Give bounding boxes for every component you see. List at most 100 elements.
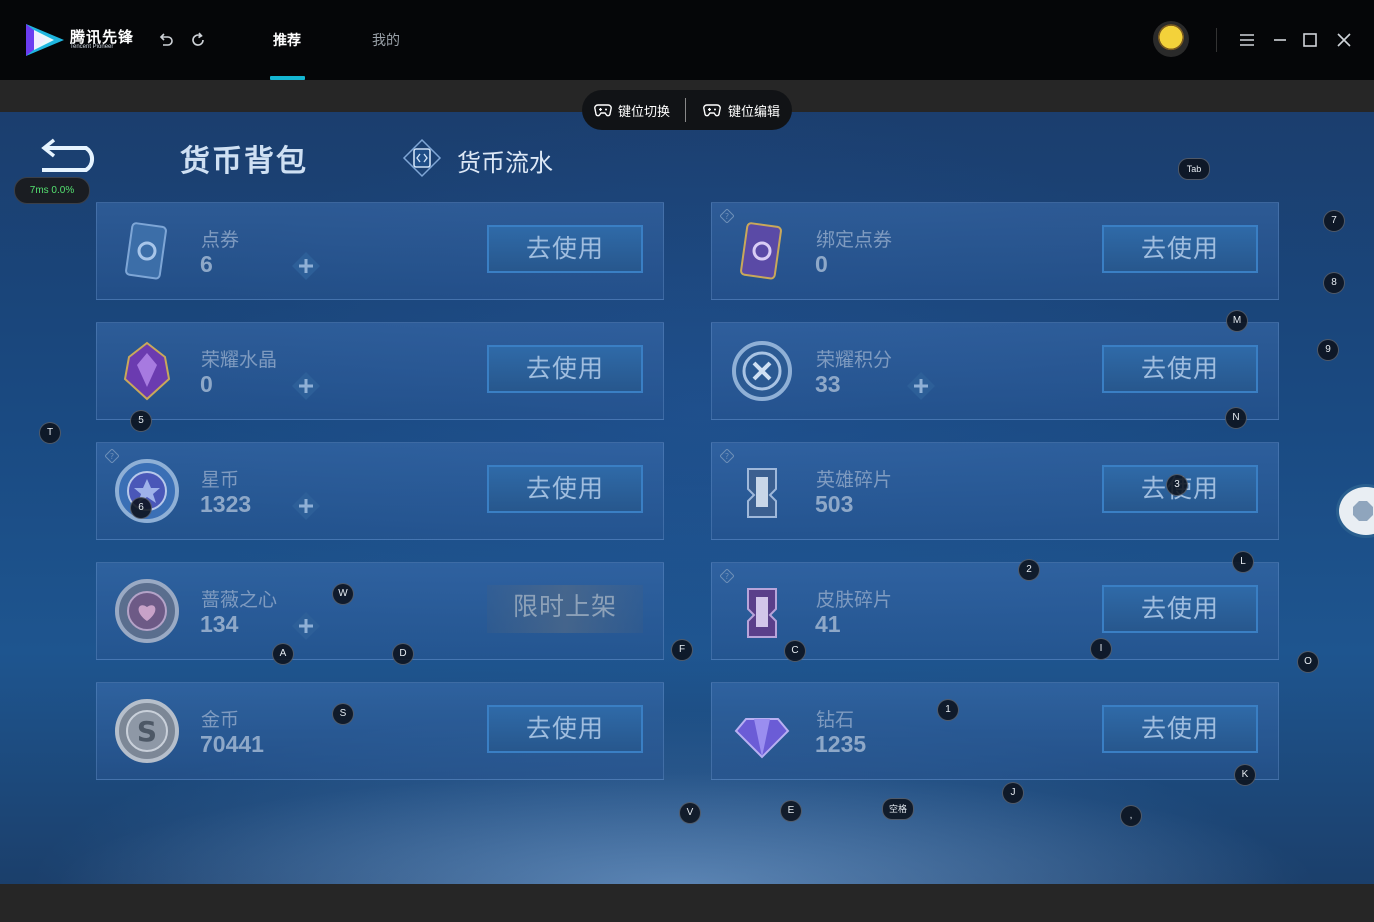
key-hint[interactable]: 9	[1317, 339, 1339, 361]
currency-value: 0	[815, 251, 828, 277]
key-hint[interactable]: 7	[1323, 210, 1345, 232]
key-hint[interactable]: T	[39, 422, 61, 444]
currency-value: 70441	[200, 731, 264, 757]
key-hint[interactable]: 1	[937, 699, 959, 721]
currency-flow-tab[interactable]: 货币流水	[457, 143, 553, 178]
key-hint[interactable]: C	[784, 640, 806, 662]
key-hint[interactable]: 8	[1323, 272, 1345, 294]
ticket-card-icon	[125, 222, 167, 280]
currency-name: 英雄碎片	[816, 469, 893, 491]
tab-recommended[interactable]: 推荐	[273, 30, 301, 50]
currency-name: 金币	[201, 709, 240, 731]
menu-icon[interactable]	[1237, 30, 1257, 50]
currency-name: 蔷薇之心	[201, 589, 278, 611]
key-hint[interactable]: D	[392, 643, 414, 665]
currency-value: 134	[200, 611, 239, 637]
currency-card-honor-crystal: 荣耀水晶 0 去使用	[96, 322, 664, 420]
rose-heart-coin-icon	[115, 579, 179, 643]
key-hint[interactable]: I	[1090, 638, 1112, 660]
use-button[interactable]: 去使用	[1102, 585, 1258, 633]
currency-card-voucher: 点券 6 去使用	[96, 202, 664, 300]
add-plus-icon[interactable]	[291, 611, 321, 641]
key-hint[interactable]: N	[1225, 407, 1247, 429]
maximize-icon[interactable]	[1300, 30, 1320, 50]
gold-coin-icon: S	[115, 699, 179, 763]
currency-value: 6	[200, 251, 213, 277]
currency-value: 41	[815, 611, 841, 637]
key-hint[interactable]: F	[671, 639, 693, 661]
logo-subtext: Tencent Pioneer	[70, 44, 114, 50]
currency-card-hero-fragment: ? 英雄碎片 503 去使用	[711, 442, 1279, 540]
key-hint[interactable]: E	[780, 800, 802, 822]
purple-crystal-icon	[123, 341, 171, 401]
currency-card-star-coin: ? 星币 1323 去使用	[96, 442, 664, 540]
key-edit-button[interactable]: 键位编辑	[728, 101, 780, 120]
game-bottom-bar	[0, 884, 1374, 922]
gamepad-icon	[594, 104, 612, 117]
use-button[interactable]: 去使用	[487, 225, 643, 273]
add-plus-icon[interactable]	[291, 371, 321, 401]
key-hint[interactable]: 空格	[882, 798, 914, 820]
key-hint[interactable]: M	[1226, 310, 1248, 332]
currency-value: 1323	[200, 491, 252, 517]
currency-name: 点券	[201, 229, 240, 251]
undo-icon[interactable]	[156, 30, 176, 50]
use-button[interactable]: 去使用	[487, 705, 643, 753]
use-button[interactable]: 去使用	[1102, 705, 1258, 753]
key-hint[interactable]: ,	[1120, 805, 1142, 827]
currency-card-rose-heart: 蔷薇之心 134 限时上架	[96, 562, 664, 660]
currency-name: 星币	[201, 469, 240, 491]
close-icon[interactable]	[1334, 30, 1354, 50]
key-hint[interactable]: L	[1232, 551, 1254, 573]
keybar-divider	[685, 98, 686, 122]
gamepad-edit-icon	[703, 104, 721, 117]
key-mapping-bar: 键位切换 键位编辑	[582, 90, 792, 130]
currency-value: 33	[815, 371, 841, 397]
currency-flow-icon[interactable]	[402, 138, 442, 178]
key-hint[interactable]: 3	[1166, 474, 1188, 496]
key-hint[interactable]: A	[272, 643, 294, 665]
tab-mine[interactable]: 我的	[372, 30, 400, 50]
key-hint[interactable]: J	[1002, 782, 1024, 804]
add-plus-icon[interactable]	[291, 491, 321, 521]
add-plus-icon[interactable]	[906, 371, 936, 401]
key-hint[interactable]: 6	[130, 497, 152, 519]
titlebar-divider	[1216, 28, 1217, 52]
refresh-icon[interactable]	[188, 30, 208, 50]
currency-value: 0	[200, 371, 213, 397]
key-switch-button[interactable]: 键位切换	[618, 101, 670, 120]
currency-card-diamond: 钻石 1235 去使用	[711, 682, 1279, 780]
key-hint[interactable]: K	[1234, 764, 1256, 786]
key-hint[interactable]: 2	[1018, 559, 1040, 581]
tencent-pioneer-logo-icon	[26, 24, 64, 56]
hero-fragment-icon	[747, 468, 777, 518]
skin-fragment-icon	[747, 588, 777, 638]
key-hint[interactable]: V	[679, 802, 701, 824]
key-hint[interactable]: 5	[130, 410, 152, 432]
currency-value: 503	[815, 491, 854, 517]
diamond-icon	[734, 718, 790, 759]
limited-time-label: 限时上架	[487, 585, 643, 633]
currency-bag-title[interactable]: 货币背包	[180, 136, 308, 180]
currency-card-honor-points: 荣耀积分 33 去使用	[711, 322, 1279, 420]
back-arrow-icon[interactable]	[36, 136, 106, 174]
add-plus-icon[interactable]	[291, 251, 321, 281]
avatar[interactable]	[1153, 21, 1189, 57]
purple-ticket-card-icon	[740, 222, 782, 280]
use-button[interactable]: 去使用	[1102, 225, 1258, 273]
svg-text:S: S	[137, 715, 157, 748]
title-bar: 腾讯先锋 Tencent Pioneer 推荐 我的	[0, 0, 1374, 80]
use-button[interactable]: 去使用	[1102, 345, 1258, 393]
currency-card-bound-voucher: ? 绑定点券 0 去使用	[711, 202, 1279, 300]
currency-name: 荣耀积分	[816, 349, 893, 371]
currency-card-gold-coin: S 金币 70441 去使用	[96, 682, 664, 780]
use-button[interactable]: 去使用	[487, 345, 643, 393]
minimize-icon[interactable]	[1270, 30, 1290, 50]
currency-name: 皮肤碎片	[816, 589, 893, 611]
use-button[interactable]: 去使用	[487, 465, 643, 513]
key-hint[interactable]: Tab	[1178, 158, 1210, 180]
key-hint[interactable]: S	[332, 703, 354, 725]
key-hint[interactable]: O	[1297, 651, 1319, 673]
key-hint[interactable]: W	[332, 583, 354, 605]
currency-name: 绑定点券	[816, 229, 893, 251]
